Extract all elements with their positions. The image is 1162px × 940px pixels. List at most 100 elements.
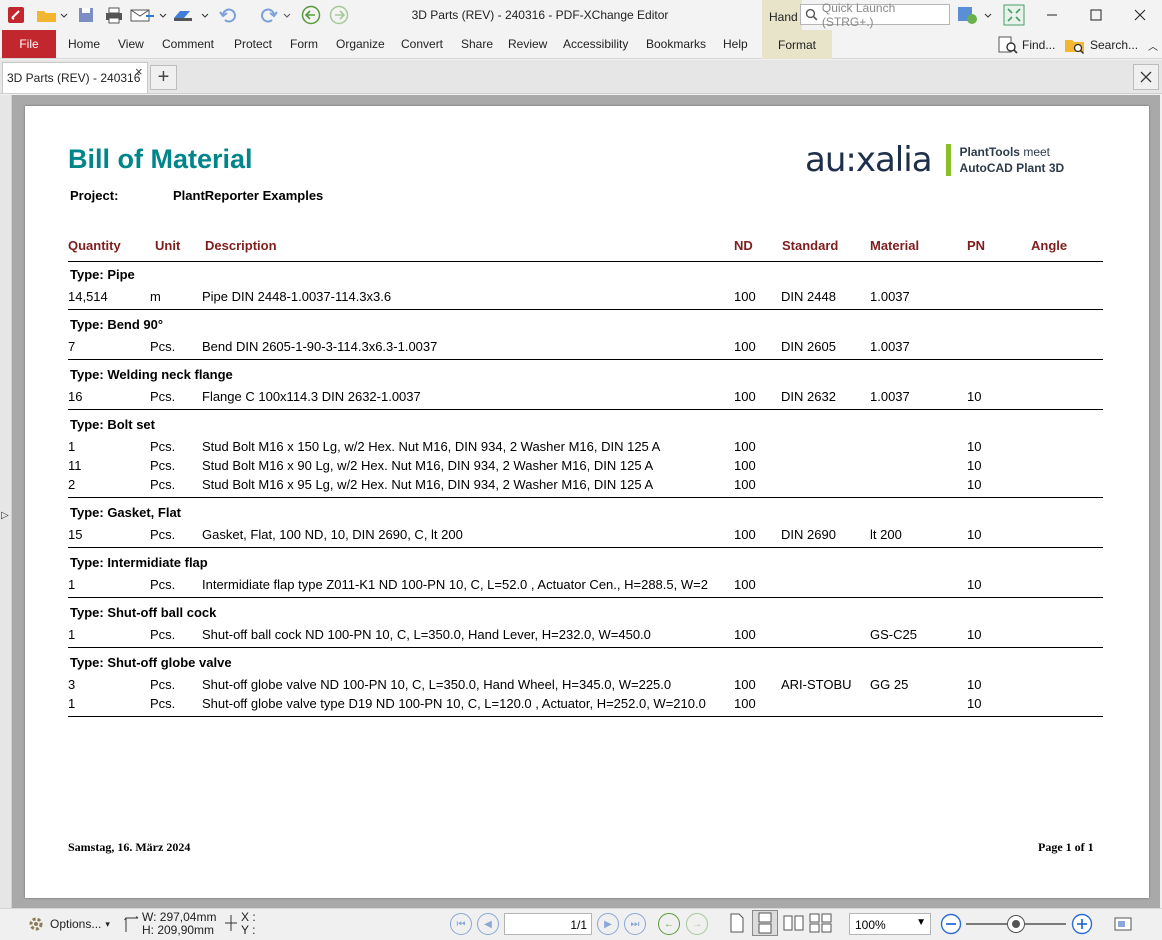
fullscreen-icon[interactable] [1002, 4, 1026, 26]
column-header-nd: ND [734, 238, 753, 253]
nd-cell: 100 [734, 577, 756, 592]
new-tab-button[interactable]: + [150, 65, 177, 90]
tab-review[interactable]: Review [508, 37, 547, 51]
search-button[interactable]: Search... [1064, 36, 1138, 54]
open-folder-icon[interactable] [33, 4, 71, 26]
next-page-button[interactable]: ▶ [597, 913, 619, 935]
page-number-input[interactable]: 1/1 [504, 913, 592, 935]
footer-page-number: Page 1 of 1 [1038, 840, 1094, 854]
tab-form[interactable]: Form [290, 37, 318, 51]
window-title: 3D Parts (REV) - 240316 - PDF-XChange Ed… [411, 8, 669, 22]
panel-toggle-icon[interactable] [1114, 916, 1132, 932]
search-label: Search... [1090, 38, 1139, 52]
previous-page-button[interactable]: ◀ [477, 913, 499, 935]
options-button[interactable]: Options... ▾ [26, 914, 110, 934]
facing-pages-icon[interactable] [782, 912, 806, 934]
close-tab-icon[interactable]: × [135, 64, 143, 79]
nd-cell: 100 [734, 458, 756, 473]
group-divider [68, 409, 1103, 410]
maximize-button[interactable] [1074, 0, 1118, 30]
description-cell: Stud Bolt M16 x 95 Lg, w/2 Hex. Nut M16,… [202, 477, 654, 492]
tab-hand[interactable]: Hand [762, 0, 802, 30]
scan-icon[interactable] [170, 4, 210, 26]
column-header-quantity: Quantity [68, 238, 121, 253]
document-tab[interactable]: 3D Parts (REV) - 240316 [2, 62, 148, 93]
tab-home[interactable]: Home [68, 37, 100, 51]
close-document-button[interactable] [1133, 64, 1159, 90]
minimize-button[interactable] [1030, 0, 1074, 30]
quantity-cell: 15 [68, 527, 83, 542]
email-icon[interactable] [128, 4, 168, 26]
description-cell: Shut-off ball cock ND 100-PN 10, C, L=35… [202, 627, 651, 642]
group-divider [68, 497, 1103, 498]
zoom-in-button[interactable] [1071, 913, 1093, 935]
zoom-select[interactable]: 100% ▼ [849, 913, 931, 935]
tab-protect[interactable]: Protect [234, 37, 272, 51]
pn-cell: 10 [967, 477, 982, 492]
nd-cell: 100 [734, 477, 756, 492]
logo-brand: au:xalia [805, 140, 933, 180]
tab-accessibility[interactable]: Accessibility [563, 37, 628, 51]
find-button[interactable]: Find... [998, 36, 1055, 54]
expand-pane-icon[interactable]: ▷ [1, 510, 9, 521]
search-icon [805, 8, 818, 21]
redo-icon[interactable] [252, 4, 292, 26]
description-cell: Pipe DIN 2448-1.0037-114.3x3.6 [202, 289, 392, 304]
zoom-out-button[interactable] [940, 913, 962, 935]
customize-toolbar-icon[interactable] [955, 4, 995, 26]
find-label: Find... [1022, 38, 1056, 52]
left-pane-strip: ▷ [0, 95, 12, 908]
nd-cell: 100 [734, 339, 756, 354]
app-logo-icon[interactable] [4, 4, 28, 26]
tab-file[interactable]: File [2, 30, 56, 58]
previous-view-button[interactable]: ← [658, 913, 680, 935]
group-header: Type: Intermidiate flap [70, 555, 208, 570]
tab-share[interactable]: Share [461, 37, 493, 51]
close-icon [1134, 9, 1146, 21]
last-page-button[interactable]: ⏭ [624, 913, 646, 935]
group-divider [68, 597, 1103, 598]
tab-comment[interactable]: Comment [162, 37, 214, 51]
standard-cell: ARI-STOBU [781, 677, 852, 692]
quantity-cell: 7 [68, 339, 76, 354]
group-header: Type: Bolt set [70, 417, 155, 432]
tab-view[interactable]: View [118, 37, 144, 51]
nd-cell: 100 [734, 527, 756, 542]
document-title: Bill of Material [68, 144, 253, 174]
tab-organize[interactable]: Organize [336, 37, 385, 51]
unit-cell: Pcs. [150, 458, 176, 473]
continuous-page-icon[interactable] [752, 910, 778, 936]
back-icon[interactable] [300, 4, 322, 26]
group-header: Type: Gasket, Flat [70, 505, 182, 520]
description-cell: Gasket, Flat, 100 ND, 10, DIN 2690, C, l… [202, 527, 463, 542]
forward-icon[interactable] [328, 4, 350, 26]
tab-convert[interactable]: Convert [401, 37, 443, 51]
gear-icon [29, 917, 43, 931]
single-page-icon[interactable] [728, 912, 746, 934]
ribbon-collapse-icon[interactable]: ︿ [1148, 38, 1158, 53]
nd-cell: 100 [734, 627, 756, 642]
tab-bookmarks[interactable]: Bookmarks [646, 37, 706, 51]
description-cell: Stud Bolt M16 x 90 Lg, w/2 Hex. Nut M16,… [202, 458, 654, 473]
tab-format[interactable]: Format [762, 30, 832, 59]
unit-cell: Pcs. [150, 527, 176, 542]
column-header-angle: Angle [1031, 238, 1068, 253]
close-window-button[interactable] [1118, 0, 1162, 30]
first-page-button[interactable]: ⏮ [450, 913, 472, 935]
print-icon[interactable] [102, 4, 126, 26]
facing-continuous-icon[interactable] [808, 912, 834, 934]
save-icon[interactable] [75, 4, 97, 26]
description-cell: Intermidiate flap type Z011-K1 ND 100-PN… [202, 577, 708, 592]
auxalia-logo: au:xalia PlantTools meet AutoCAD Plant 3… [805, 140, 1064, 180]
undo-icon[interactable] [216, 4, 246, 26]
standard-cell: DIN 2605 [781, 339, 836, 354]
material-cell: GS-C25 [870, 627, 917, 642]
pn-cell: 10 [967, 577, 982, 592]
quick-launch-input[interactable]: Quick Launch (STRG+.) [800, 1, 950, 29]
pn-cell: 10 [967, 527, 982, 542]
next-view-button[interactable]: → [686, 913, 708, 935]
pn-cell: 10 [967, 696, 982, 711]
standard-cell: DIN 2632 [781, 389, 836, 404]
zoom-slider-handle[interactable] [1007, 915, 1025, 933]
tab-help[interactable]: Help [723, 37, 748, 51]
